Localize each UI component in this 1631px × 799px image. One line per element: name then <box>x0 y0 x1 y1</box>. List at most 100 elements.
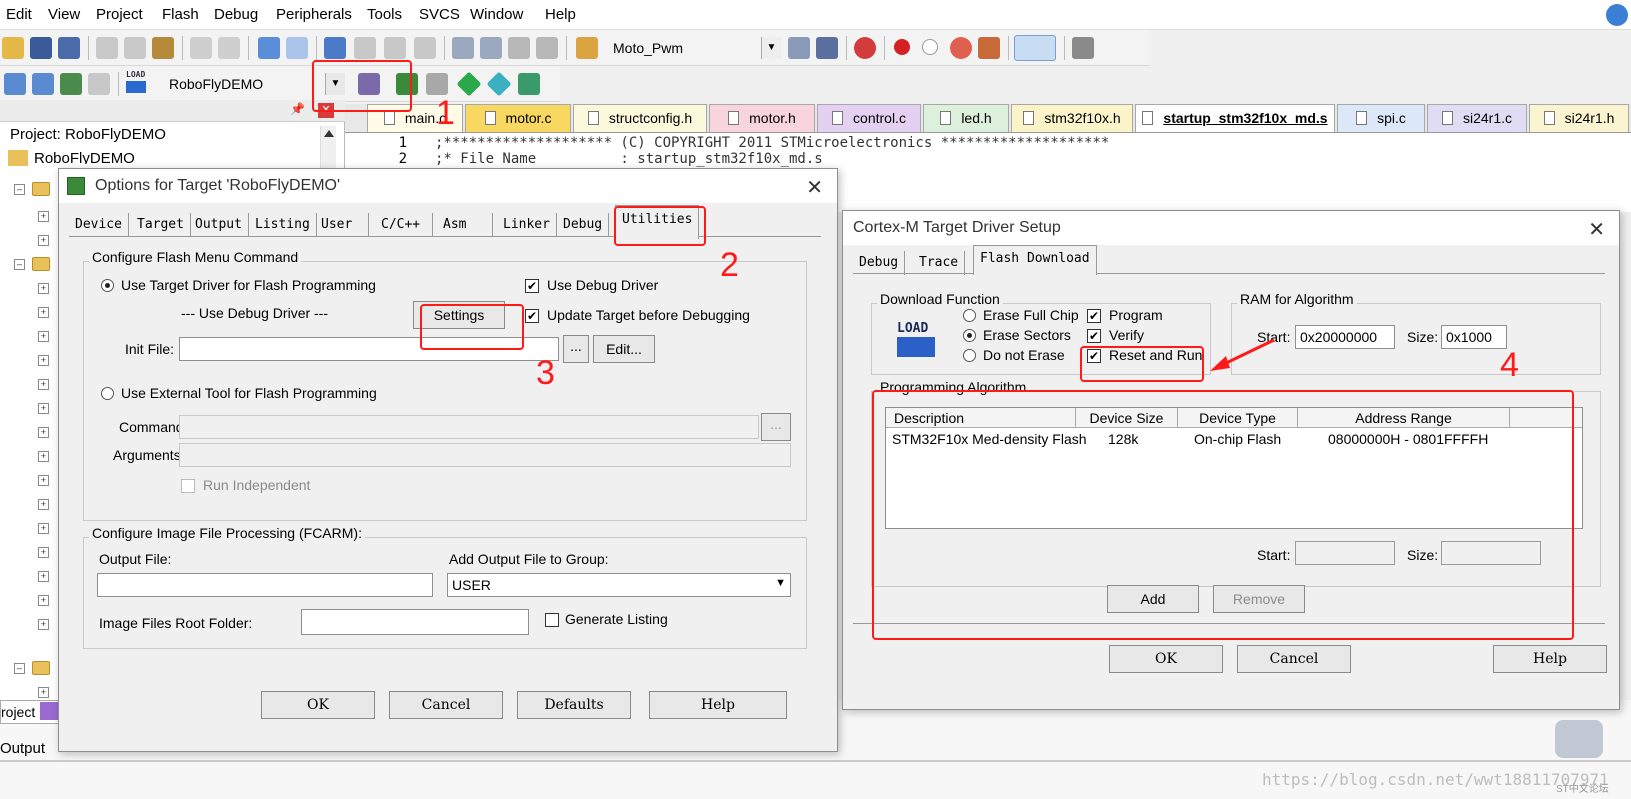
menu-window[interactable]: Window <box>470 6 523 23</box>
tab-startup-s[interactable]: startup_stm32f10x_md.s <box>1135 104 1335 132</box>
tab-output[interactable]: Output <box>189 213 249 237</box>
erase-sectors-radio[interactable] <box>963 329 976 342</box>
tab-si24r1-c[interactable]: si24r1.c <box>1427 104 1527 132</box>
tab-spi-c[interactable]: spi.c <box>1337 104 1425 132</box>
ok-button[interactable]: OK <box>1109 645 1223 673</box>
menu-view[interactable]: View <box>48 6 80 23</box>
debug-session-icon[interactable] <box>854 37 876 59</box>
save-icon[interactable] <box>30 37 52 59</box>
project-target[interactable]: RoboFlyDEMO <box>34 150 135 164</box>
paste-icon[interactable] <box>152 37 174 59</box>
unindent-icon[interactable] <box>480 37 502 59</box>
tab-motor-c[interactable]: motor.c <box>465 104 571 132</box>
output-file-input[interactable] <box>97 573 433 597</box>
comment-icon[interactable] <box>508 37 530 59</box>
verify-checkbox[interactable]: ✔ <box>1087 329 1101 343</box>
stop-build-icon[interactable] <box>88 73 110 95</box>
project-root[interactable]: Project: RoboFlyDEMO <box>10 126 166 143</box>
uncomment-icon[interactable] <box>536 37 558 59</box>
menu-debug[interactable]: Debug <box>214 6 258 23</box>
tab-user[interactable]: User <box>315 213 369 237</box>
copy-icon[interactable] <box>124 37 146 59</box>
download-icon[interactable]: LOAD <box>126 70 150 96</box>
tab-listing[interactable]: Listing <box>249 213 317 237</box>
save-all-icon[interactable] <box>58 37 80 59</box>
menu-peripherals[interactable]: Peripherals <box>276 6 352 23</box>
ram-size-input[interactable]: 0x1000 <box>1441 325 1507 349</box>
tab-structconfig-h[interactable]: structconfig.h <box>573 104 707 132</box>
select-packs-icon[interactable] <box>426 73 448 95</box>
cut-icon[interactable] <box>96 37 118 59</box>
do-not-erase-radio[interactable] <box>963 349 976 362</box>
redo-icon[interactable] <box>218 37 240 59</box>
books-icon[interactable] <box>40 702 58 720</box>
help-button[interactable]: Help <box>1493 645 1607 673</box>
disable-breakpoint-icon[interactable] <box>922 39 938 55</box>
disable-all-breakpoints-icon[interactable] <box>978 37 1000 59</box>
clear-bookmarks-icon[interactable] <box>414 37 436 59</box>
init-file-edit-button[interactable]: Edit... <box>593 335 655 363</box>
menu-flash[interactable]: Flash <box>162 6 199 23</box>
undo-icon[interactable] <box>190 37 212 59</box>
run-independent-checkbox[interactable] <box>181 479 195 493</box>
find-combo[interactable]: Moto_Pwm ▼ <box>604 36 782 60</box>
erase-full-radio[interactable] <box>963 309 976 322</box>
tab-cc[interactable]: C/C++ <box>375 213 433 237</box>
target-driver-radio[interactable] <box>101 279 114 292</box>
pack-installer-icon[interactable] <box>486 71 512 97</box>
arguments-input[interactable] <box>179 443 791 467</box>
menu-svcs[interactable]: SVCS <box>419 6 460 23</box>
tab-control-c[interactable]: control.c <box>817 104 921 132</box>
chat-icon[interactable] <box>1555 720 1603 758</box>
open-icon[interactable] <box>2 37 24 59</box>
menu-tools[interactable]: Tools <box>367 6 402 23</box>
tab-debug[interactable]: Debug <box>557 213 610 237</box>
tab-trace[interactable]: Trace <box>913 251 966 275</box>
nav-forward-icon[interactable] <box>286 37 308 59</box>
rebuild-icon[interactable] <box>60 73 82 95</box>
build-icon[interactable] <box>32 73 54 95</box>
configure-icon[interactable] <box>1072 37 1094 59</box>
use-debug-driver-checkbox[interactable]: ✔ <box>525 279 539 293</box>
menu-help[interactable]: Help <box>545 6 576 23</box>
indent-icon[interactable] <box>452 37 474 59</box>
tab-stm32f10x-h[interactable]: stm32f10x.h <box>1011 104 1133 132</box>
tab-linker[interactable]: Linker <box>497 213 557 237</box>
tab-flash-download[interactable]: Flash Download <box>973 245 1097 275</box>
pin-icon[interactable]: 📌 <box>290 102 305 116</box>
kill-breakpoints-icon[interactable] <box>950 37 972 59</box>
menu-project[interactable]: Project <box>96 6 143 23</box>
group-select[interactable]: USER ▼ <box>447 573 791 597</box>
window-layout-icon[interactable] <box>1014 35 1056 61</box>
menu-edit[interactable]: Edit <box>6 6 32 23</box>
ok-button[interactable]: OK <box>261 691 375 719</box>
tab-led-h[interactable]: led.h <box>923 104 1009 132</box>
manage-rte-icon[interactable] <box>456 71 482 97</box>
next-bookmark-icon[interactable] <box>384 37 406 59</box>
command-input[interactable] <box>179 415 759 439</box>
find-icon[interactable] <box>788 37 810 59</box>
find-in-files-icon[interactable] <box>576 37 598 59</box>
tab-motor-h[interactable]: motor.h <box>709 104 815 132</box>
multi-project-icon[interactable] <box>518 73 540 95</box>
tab-si24r1-h[interactable]: si24r1.h <box>1529 104 1629 132</box>
cancel-button[interactable]: Cancel <box>389 691 503 719</box>
bookmark-icon[interactable] <box>324 37 346 59</box>
tab-asm[interactable]: Asm <box>437 213 493 237</box>
help-button[interactable]: Help <box>649 691 787 719</box>
root-folder-input[interactable] <box>301 609 529 635</box>
translate-icon[interactable] <box>4 73 26 95</box>
tab-debug[interactable]: Debug <box>853 251 906 275</box>
tab-target[interactable]: Target <box>131 213 191 237</box>
external-tool-radio[interactable] <box>101 387 114 400</box>
program-checkbox[interactable]: ✔ <box>1087 309 1101 323</box>
update-target-checkbox[interactable]: ✔ <box>525 309 539 323</box>
link-icon[interactable] <box>1606 4 1628 26</box>
defaults-button[interactable]: Defaults <box>517 691 631 719</box>
cancel-button[interactable]: Cancel <box>1237 645 1351 673</box>
tab-device[interactable]: Device <box>69 213 129 237</box>
ram-start-input[interactable]: 0x20000000 <box>1295 325 1395 349</box>
nav-back-icon[interactable] <box>258 37 280 59</box>
close-icon[interactable]: ✕ <box>1588 217 1605 242</box>
generate-listing-checkbox[interactable] <box>545 613 559 627</box>
